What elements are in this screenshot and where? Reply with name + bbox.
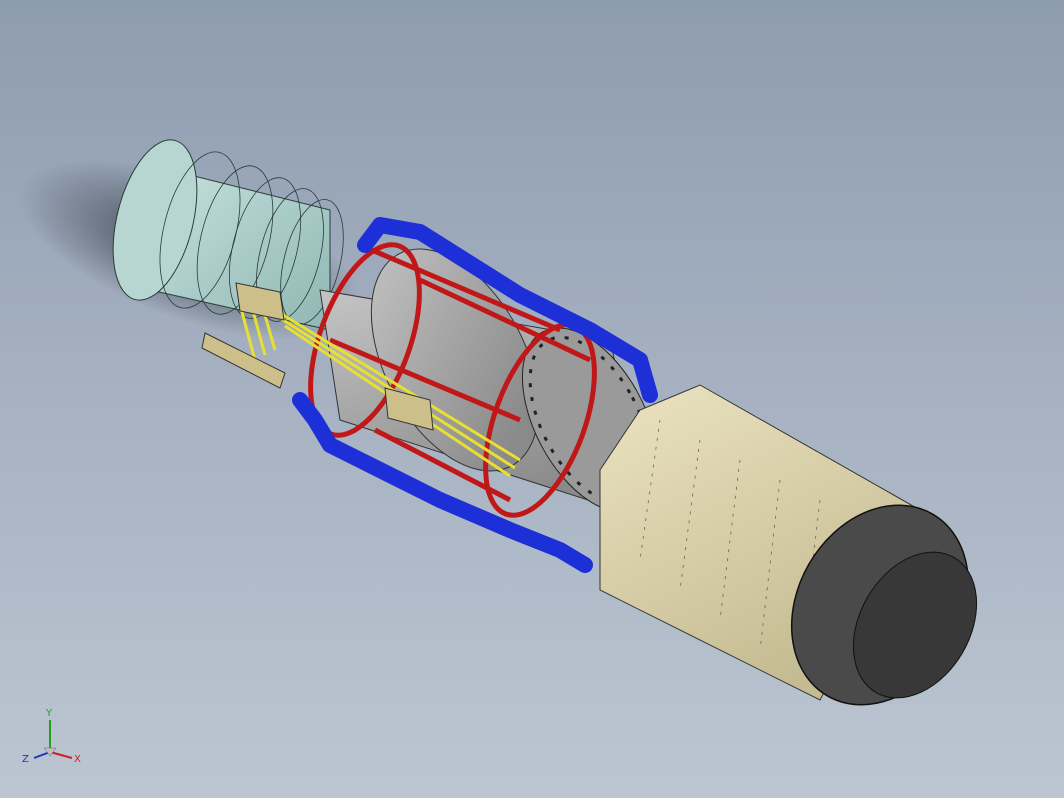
triad-x-label: X <box>74 754 81 765</box>
triad-y-label: Y <box>45 708 53 719</box>
triad-x-axis <box>49 751 73 759</box>
triad-z-label: Z <box>22 754 29 765</box>
engine-model-render[interactable] <box>0 0 1064 798</box>
triad-origin-icon <box>43 747 57 757</box>
cad-viewport[interactable]: Y X Z <box>0 0 1064 798</box>
orientation-triad[interactable]: Y X Z <box>16 700 96 780</box>
